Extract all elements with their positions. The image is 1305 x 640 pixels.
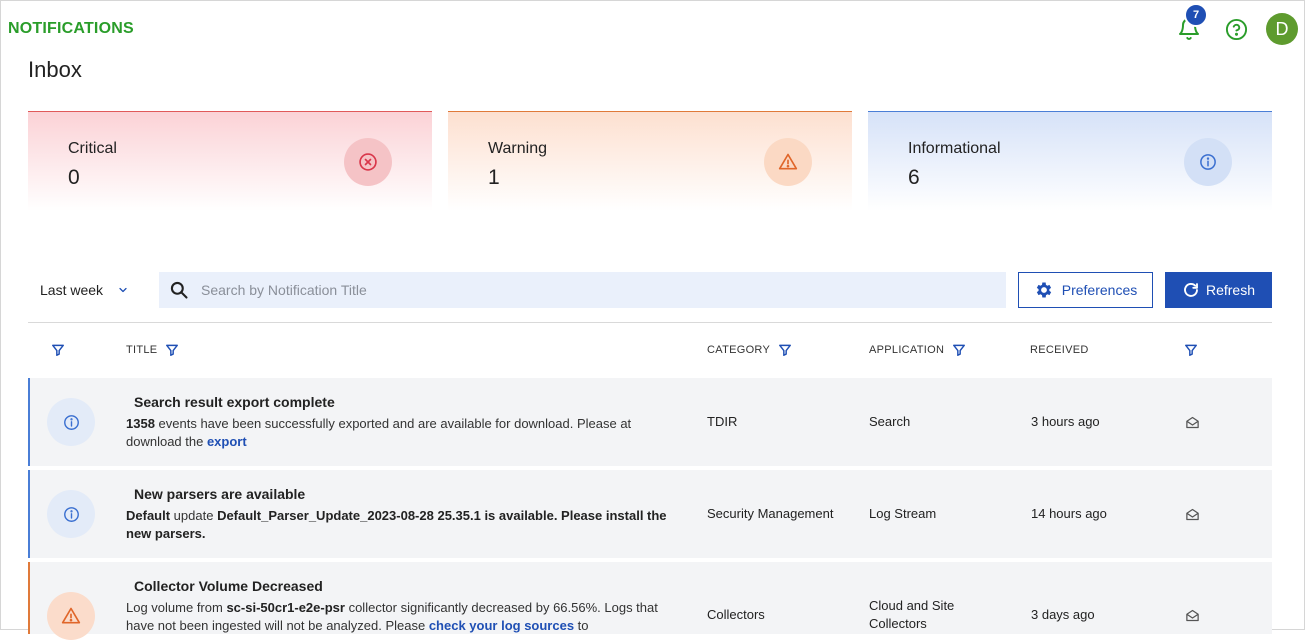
header-actions: 7 D — [1174, 3, 1298, 45]
divider — [28, 322, 1272, 323]
warning-triangle-icon — [778, 153, 798, 170]
search-input[interactable] — [199, 281, 983, 299]
card-count: 0 — [68, 166, 80, 189]
desc-text: Log volume from — [126, 600, 227, 615]
warning-summary-card[interactable]: Warning 1 — [448, 111, 852, 211]
help-button[interactable] — [1222, 13, 1250, 45]
desc-text: to — [574, 618, 589, 633]
chevron-down-icon — [119, 287, 127, 293]
card-count: 6 — [908, 166, 920, 189]
info-circle-icon — [63, 414, 79, 430]
severity-filter-button[interactable] — [51, 334, 65, 366]
category-column-header: CATEGORY — [707, 334, 792, 366]
application-cell: Search — [869, 414, 911, 429]
category-cell: Security Management — [707, 506, 834, 521]
status-filter-button[interactable] — [1184, 334, 1198, 366]
category-cell: Collectors — [707, 607, 765, 622]
desc-bold: Default — [126, 508, 171, 523]
x-circle-icon — [359, 153, 377, 171]
refresh-button[interactable]: Refresh — [1165, 272, 1272, 308]
envelope-open-icon[interactable] — [1185, 415, 1200, 430]
column-label: RECEIVED — [1030, 344, 1089, 356]
column-label: CATEGORY — [707, 344, 771, 356]
refresh-label: Refresh — [1205, 282, 1256, 298]
card-count: 1 — [488, 166, 500, 189]
critical-summary-card[interactable]: Critical 0 — [28, 111, 432, 211]
search-icon — [170, 281, 188, 299]
table-row[interactable]: Collector Volume Decreased Log volume fr… — [28, 562, 1272, 640]
date-range-select[interactable]: Last week — [40, 272, 129, 308]
preferences-button[interactable]: Preferences — [1018, 272, 1153, 308]
summary-cards: Critical 0 Warning 1 Informational 6 — [28, 111, 1272, 211]
notification-title[interactable]: New parsers are available — [134, 486, 305, 502]
received-cell: 14 hours ago — [1031, 506, 1107, 521]
card-label: Warning — [488, 140, 547, 157]
received-column-header: RECEIVED — [1030, 334, 1089, 366]
user-avatar[interactable]: D — [1266, 13, 1298, 45]
filter-icon[interactable] — [778, 343, 792, 357]
desc-bold: sc-si-50cr1-e2e-psr — [226, 600, 345, 615]
severity-badge — [47, 490, 95, 538]
gear-icon — [1036, 282, 1051, 298]
date-range-value: Last week — [40, 282, 104, 298]
notification-description: Default update Default_Parser_Update_202… — [126, 507, 686, 543]
table-row[interactable]: New parsers are available Default update… — [28, 470, 1272, 558]
received-cell: 3 days ago — [1031, 607, 1095, 622]
info-circle-icon — [63, 506, 79, 522]
warning-triangle-icon — [61, 607, 81, 624]
filter-icon — [1185, 344, 1197, 356]
refresh-icon — [1184, 283, 1198, 297]
search-box — [159, 272, 1006, 308]
filter-icon[interactable] — [952, 343, 966, 357]
notification-title[interactable]: Collector Volume Decreased — [134, 578, 323, 594]
notification-title[interactable]: Search result export complete — [134, 394, 335, 410]
toolbar: Last week Preferences Refresh — [28, 272, 1272, 308]
preferences-label: Preferences — [1061, 282, 1138, 298]
table-row[interactable]: Search result export complete 1358 event… — [28, 378, 1272, 466]
page-title: Inbox — [28, 57, 82, 82]
application-cell: Log Stream — [869, 506, 937, 521]
help-circle-icon — [1225, 18, 1247, 40]
received-cell: 3 hours ago — [1031, 414, 1100, 429]
category-cell: TDIR — [707, 414, 738, 429]
filter-icon — [52, 344, 64, 356]
critical-badge — [344, 138, 392, 186]
table-header: TITLE CATEGORY APPLICATION RECEIVED — [28, 334, 1272, 366]
envelope-open-icon[interactable] — [1185, 608, 1200, 623]
notification-description: 1358 events have been successfully expor… — [126, 415, 686, 451]
notifications-bell-button[interactable]: 7 — [1174, 3, 1208, 45]
severity-badge — [47, 398, 95, 446]
envelope-open-icon[interactable] — [1185, 507, 1200, 522]
info-circle-icon — [1200, 154, 1216, 170]
card-label: Informational — [908, 140, 1001, 157]
app-title: NOTIFICATIONS — [8, 20, 134, 37]
warning-badge — [764, 138, 812, 186]
log-sources-link[interactable]: check your log sources — [429, 618, 574, 633]
filter-icon[interactable] — [165, 343, 179, 357]
desc-bold: 1358 — [126, 416, 155, 431]
application-cell: Cloud and Site Collectors — [869, 598, 955, 631]
desc-text: update — [170, 508, 218, 523]
column-label: APPLICATION — [869, 344, 945, 356]
title-column-header: TITLE — [126, 334, 179, 366]
informational-summary-card[interactable]: Informational 6 — [868, 111, 1272, 211]
severity-badge — [47, 592, 95, 640]
column-label: TITLE — [126, 344, 158, 356]
export-link[interactable]: export — [207, 434, 247, 449]
application-column-header: APPLICATION — [869, 334, 966, 366]
info-badge — [1184, 138, 1232, 186]
desc-text: events have been successfully exported a… — [126, 416, 632, 449]
notification-count-badge: 7 — [1184, 3, 1208, 27]
card-label: Critical — [68, 140, 117, 157]
